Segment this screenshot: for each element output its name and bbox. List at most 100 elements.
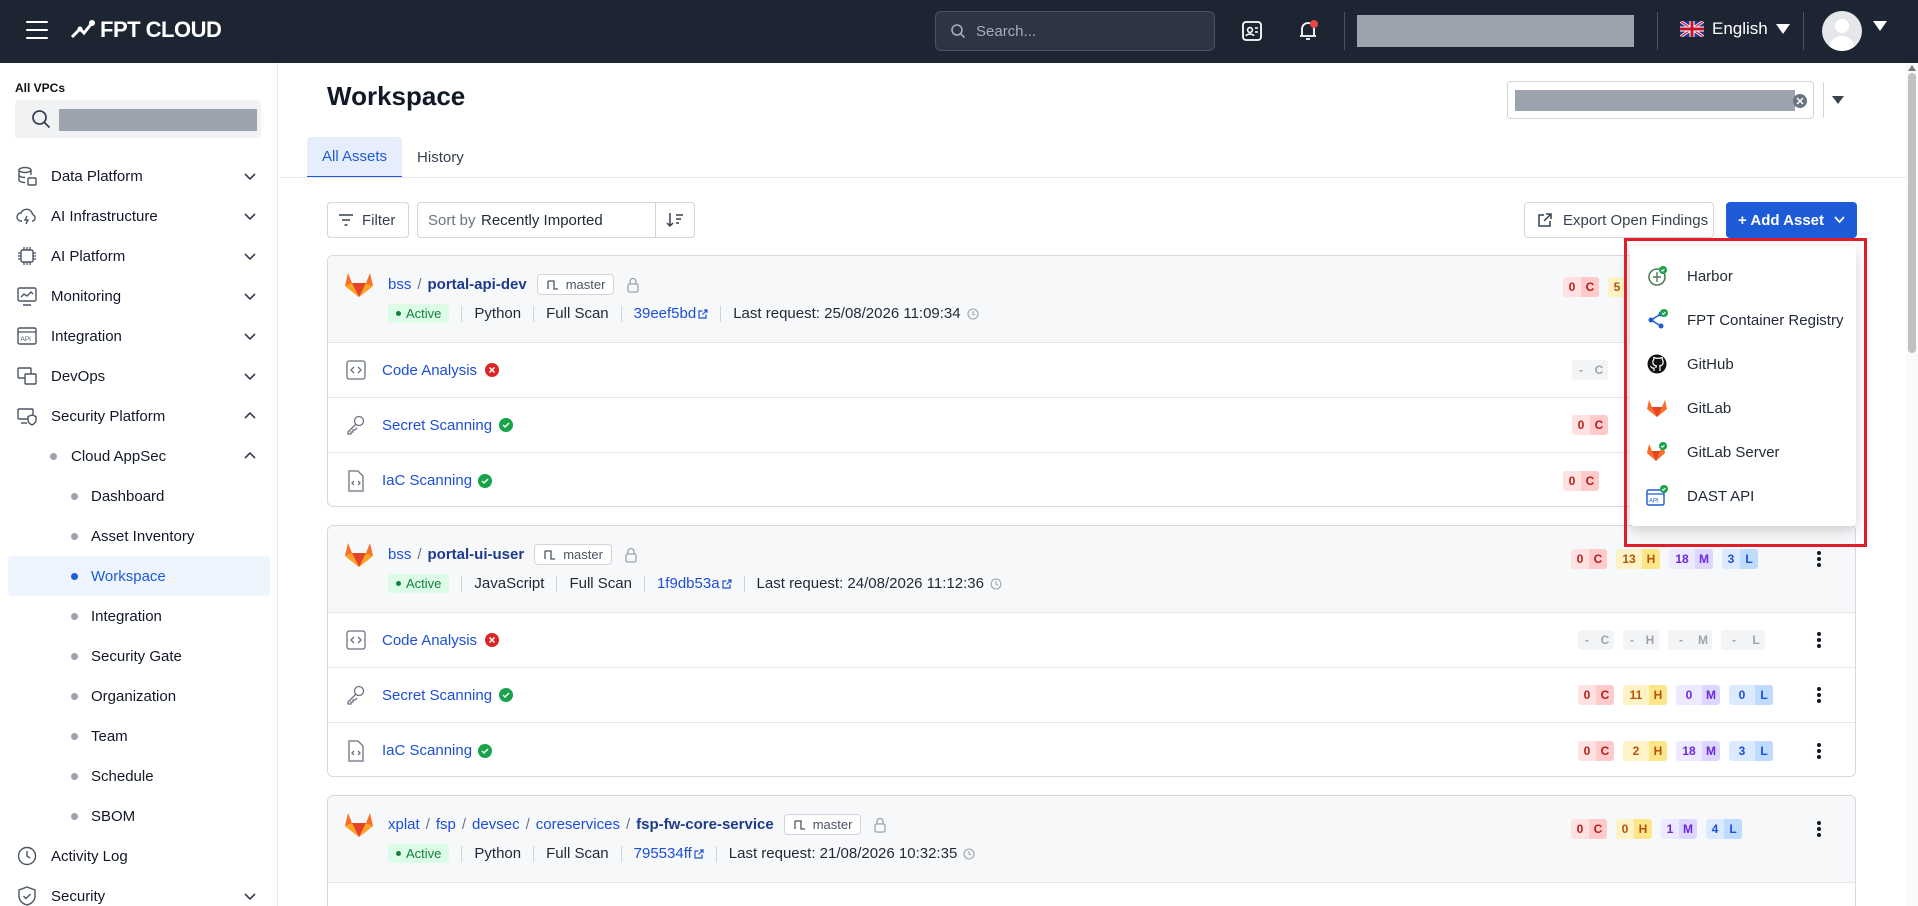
scan-name[interactable]: IaC Scanning	[382, 472, 472, 489]
scan-type: Full Scan	[546, 845, 609, 862]
more-options-icon[interactable]	[1812, 818, 1826, 840]
severity-counts: -C	[1572, 360, 1608, 380]
sidebar-item-security-platform[interactable]: Security Platform	[0, 396, 278, 436]
export-open-findings-button[interactable]: Export Open Findings	[1524, 202, 1714, 238]
repo-name[interactable]: portal-api-dev	[428, 276, 527, 293]
asset-meta: Active Python Full Scan 39eef5bd Last re…	[388, 304, 979, 323]
commit-link[interactable]: 795534ff	[634, 845, 692, 862]
brand-logo[interactable]: FPT CLOUD	[70, 17, 222, 43]
caret-down-icon[interactable]	[1832, 96, 1844, 104]
path-segment[interactable]: fsp	[436, 816, 456, 833]
scan-row-iac-scanning[interactable]: IaC Scanning 0C 2H 18 M 3L	[328, 723, 1855, 776]
page-title: Workspace	[327, 81, 466, 111]
sort-order-icon[interactable]	[666, 212, 684, 228]
asset-path: xplat / fsp / devsec / coreservices / fs…	[388, 814, 887, 835]
sidebar-item-asset-inventory[interactable]: Asset Inventory	[0, 516, 278, 556]
repo-name[interactable]: fsp-fw-core-service	[636, 816, 774, 833]
more-options-icon[interactable]	[1812, 740, 1826, 762]
key-icon	[347, 415, 365, 435]
add-asset-button[interactable]: + Add Asset	[1726, 202, 1857, 238]
sidebar-item-label: Dashboard	[91, 487, 165, 505]
bell-icon[interactable]	[1295, 18, 1321, 44]
commit-link[interactable]: 39eef5bd	[634, 305, 697, 322]
tab-history[interactable]: History	[402, 137, 479, 178]
low-count: 3L	[1722, 549, 1758, 569]
code-icon	[346, 630, 366, 650]
language-selector[interactable]: English	[1680, 19, 1790, 39]
scan-name[interactable]: Code Analysis	[382, 632, 477, 649]
global-search-input[interactable]	[976, 22, 1196, 40]
scroll-up-icon[interactable]	[1908, 65, 1916, 71]
commit-link[interactable]: 1f9db53a	[657, 575, 720, 592]
page-scrollbar[interactable]	[1906, 63, 1918, 906]
path-separator: /	[417, 276, 422, 293]
clear-icon[interactable]	[1792, 93, 1808, 109]
sidebar-item-label: Security Platform	[51, 407, 166, 425]
more-options-icon[interactable]	[1812, 684, 1826, 706]
sidebar-item-cloud-appsec[interactable]: Cloud AppSec	[0, 436, 278, 476]
asset-card-header[interactable]: xplat / fsp / devsec / coreservices / fs…	[328, 796, 1855, 883]
sidebar-item-security[interactable]: Security	[0, 876, 278, 906]
chevron-up-icon	[244, 451, 256, 459]
asset-meta: Active JavaScript Full Scan 1f9db53a Las…	[388, 574, 1002, 593]
scan-row-code-analysis[interactable]: Code Analysis -C -H -M -L	[328, 613, 1855, 668]
sidebar-item-workspace[interactable]: Workspace	[8, 556, 270, 596]
critical-count: 0C	[1571, 819, 1607, 839]
sidebar-item-activity-log[interactable]: Activity Log	[0, 836, 278, 876]
external-link-icon	[721, 578, 732, 589]
scan-row-secret-scanning[interactable]: Secret Scanning 0C 11 H 0M 0L	[328, 668, 1855, 723]
path-segment[interactable]: coreservices	[536, 816, 620, 833]
menu-icon[interactable]	[26, 21, 48, 39]
severity-counts: 0C 13 H 18 M 3L	[1571, 549, 1758, 569]
external-link-icon	[698, 308, 708, 319]
scrollbar-thumb[interactable]	[1908, 73, 1916, 353]
path-segment[interactable]: devsec	[472, 816, 520, 833]
sidebar-item-devops[interactable]: DevOps	[0, 356, 278, 396]
sidebar-item-security-gate[interactable]: Security Gate	[0, 636, 278, 676]
divider	[1344, 12, 1345, 50]
user-card-icon[interactable]	[1239, 18, 1265, 44]
path-segment[interactable]: xplat	[388, 816, 420, 833]
scan-name[interactable]: Secret Scanning	[382, 417, 492, 434]
high-count: -H	[1623, 630, 1659, 650]
more-options-icon[interactable]	[1812, 548, 1826, 570]
sidebar-item-monitoring[interactable]: Monitoring	[0, 276, 278, 316]
bullet-dot	[71, 692, 78, 700]
path-segment[interactable]: bss	[388, 546, 411, 563]
sidebar-item-integration[interactable]: API Integration	[0, 316, 278, 356]
sidebar-item-team[interactable]: Team	[0, 716, 278, 756]
vpc-selector[interactable]	[1507, 81, 1844, 119]
scan-name[interactable]: IaC Scanning	[382, 742, 472, 759]
sidebar-item-ai-platform[interactable]: AI Platform	[0, 236, 278, 276]
divider	[1657, 12, 1658, 50]
last-request: Last request: 25/08/2026 11:09:34	[733, 305, 961, 322]
clock-icon	[990, 577, 1002, 590]
sidebar-item-dashboard[interactable]: Dashboard	[0, 476, 278, 516]
scan-name[interactable]: Secret Scanning	[382, 687, 492, 704]
sidebar-item-organization[interactable]: Organization	[0, 676, 278, 716]
clock-icon	[17, 846, 37, 866]
global-search[interactable]	[935, 11, 1215, 51]
avatar[interactable]	[1822, 11, 1862, 51]
sidebar-item-label: Asset Inventory	[91, 527, 195, 545]
sidebar-item-data-platform[interactable]: Data Platform	[0, 156, 278, 196]
more-options-icon[interactable]	[1812, 629, 1826, 651]
account-caret-icon[interactable]	[1873, 21, 1887, 31]
filter-button[interactable]: Filter	[327, 202, 409, 238]
sort-select[interactable]: Sort by Recently Imported	[417, 202, 695, 238]
sidebar-item-schedule[interactable]: Schedule	[0, 756, 278, 796]
sidebar-item-integration-sub[interactable]: Integration	[0, 596, 278, 636]
bullet-dot	[71, 732, 78, 740]
scan-name[interactable]: Code Analysis	[382, 362, 477, 379]
tab-all-assets[interactable]: All Assets	[307, 137, 403, 178]
repo-name[interactable]: portal-ui-user	[428, 546, 525, 563]
sidebar-item-ai-infrastructure[interactable]: AI Infrastructure	[0, 196, 278, 236]
path-separator: /	[625, 816, 631, 833]
scan-type: Full Scan	[569, 575, 632, 592]
path-segment[interactable]: bss	[388, 276, 411, 293]
search-icon	[32, 110, 51, 129]
vpc-search-input[interactable]	[15, 100, 261, 138]
sidebar-item-sbom[interactable]: SBOM	[0, 796, 278, 836]
severity-counts: -C -H -M -L	[1578, 630, 1765, 650]
success-status-icon	[478, 473, 492, 488]
